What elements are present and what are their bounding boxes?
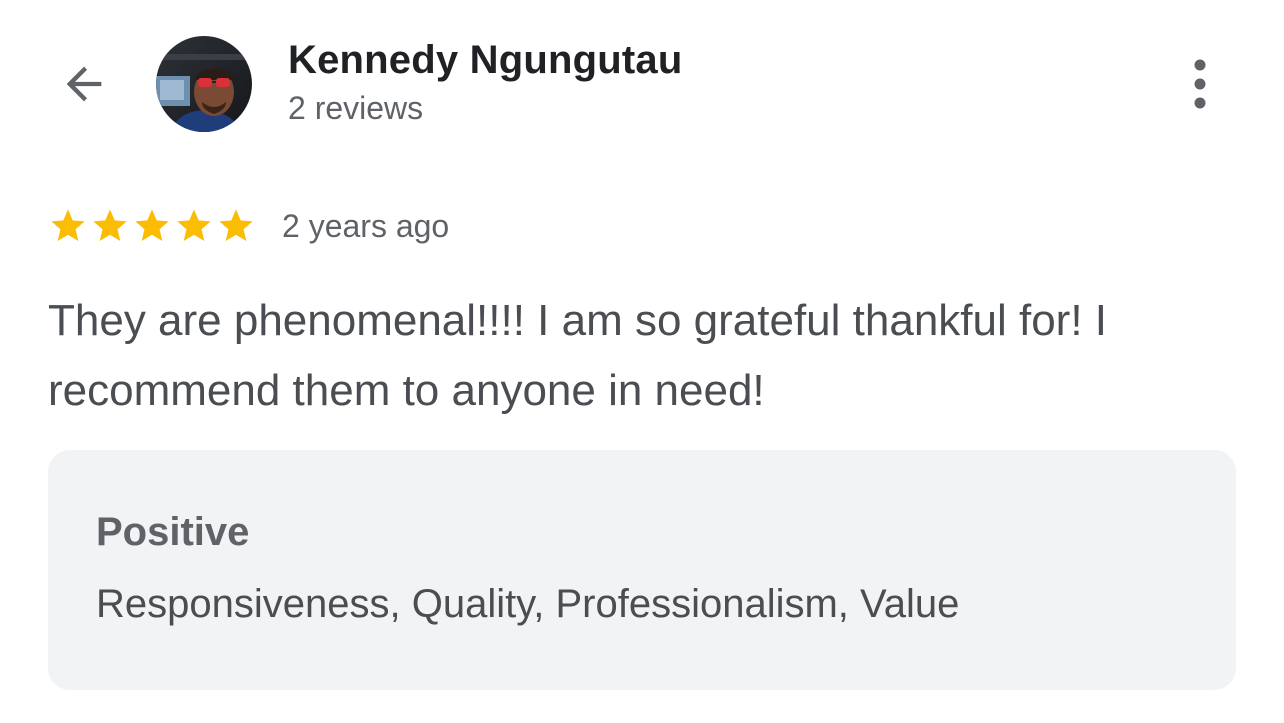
- star-icon: [177, 209, 211, 241]
- rating-row: 2 years ago: [48, 204, 449, 248]
- review-text: They are phenomenal!!!! I am so grateful…: [48, 296, 1108, 415]
- star-icon: [135, 209, 169, 241]
- reviewer-name[interactable]: Kennedy Ngungutau: [288, 38, 683, 83]
- highlights-title: Positive: [96, 510, 250, 554]
- avatar-photo: [156, 36, 252, 132]
- reviewer-review-count: 2 reviews: [288, 90, 424, 126]
- back-button[interactable]: [56, 56, 112, 112]
- avatar[interactable]: [156, 36, 252, 132]
- review-time: 2 years ago: [282, 207, 450, 244]
- star-rating: [48, 206, 256, 246]
- star-icon: [93, 209, 127, 241]
- arrow-back-icon: [66, 66, 102, 102]
- highlights-items: Responsiveness, Quality, Professionalism…: [96, 582, 960, 626]
- more-options-button[interactable]: [1176, 56, 1224, 112]
- star-icon: [51, 209, 85, 241]
- highlights-panel: Positive Responsiveness, Quality, Profes…: [48, 450, 1236, 690]
- star-icon: [219, 209, 253, 241]
- more-vert-icon: [1194, 59, 1206, 109]
